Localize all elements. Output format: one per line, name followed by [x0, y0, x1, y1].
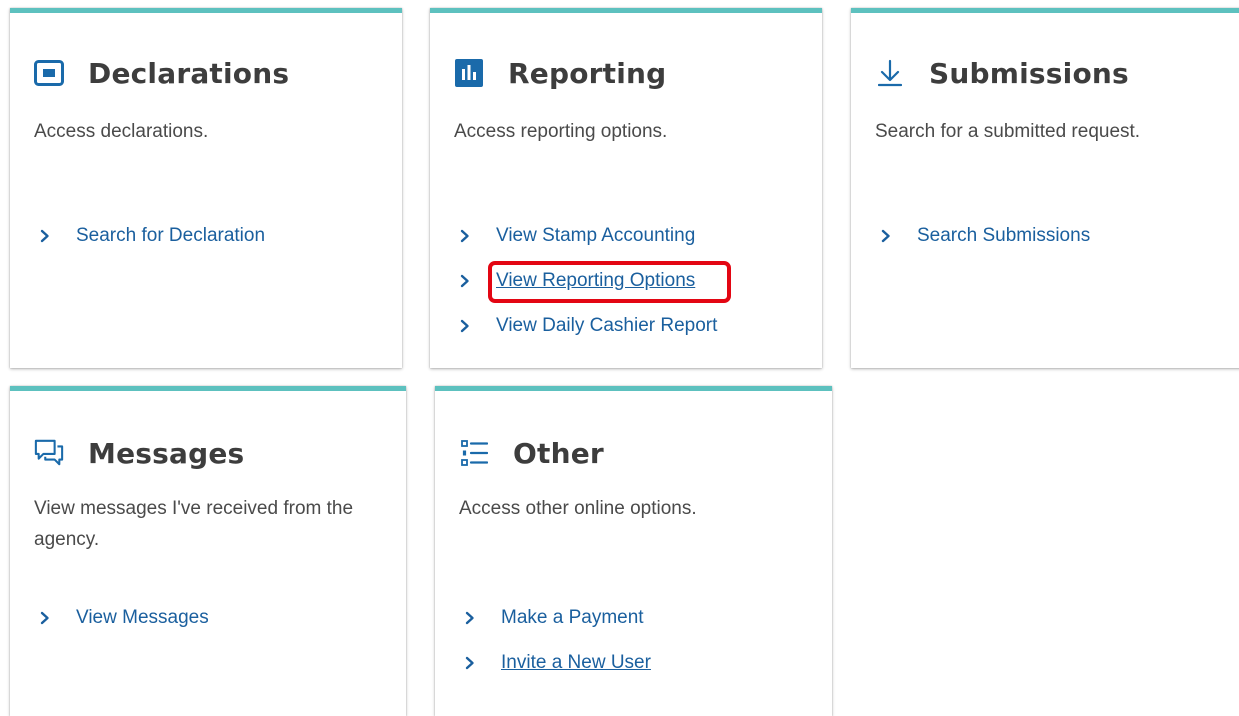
- submissions-header: Submissions: [875, 53, 1129, 93]
- chevron-right-icon: [881, 229, 903, 243]
- chevron-right-icon: [460, 319, 482, 333]
- submissions-links: Search Submissions: [881, 213, 1090, 258]
- chevron-right-icon: [460, 274, 482, 288]
- other-links: Make a Payment Invite a New User: [465, 595, 651, 685]
- link-view-stamp-accounting[interactable]: View Stamp Accounting: [460, 213, 717, 258]
- list-icon: [459, 438, 489, 468]
- view-stamp-accounting-link[interactable]: View Stamp Accounting: [496, 225, 695, 247]
- reporting-card: Reporting Access reporting options. View…: [430, 8, 822, 368]
- submissions-title: Submissions: [929, 56, 1129, 90]
- chevron-right-icon: [460, 229, 482, 243]
- search-for-declaration-link[interactable]: Search for Declaration: [76, 225, 265, 247]
- declarations-title: Declarations: [88, 56, 290, 90]
- download-arrow-icon: [875, 58, 905, 88]
- submissions-description: Search for a submitted request.: [875, 121, 1141, 142]
- submissions-card: Submissions Search for a submitted reque…: [851, 8, 1239, 368]
- declarations-links: Search for Declaration: [40, 213, 265, 258]
- reporting-description: Access reporting options.: [454, 121, 668, 142]
- link-search-submissions[interactable]: Search Submissions: [881, 213, 1090, 258]
- view-messages-link[interactable]: View Messages: [76, 607, 209, 629]
- chat-bubbles-icon: [34, 438, 64, 468]
- make-a-payment-link[interactable]: Make a Payment: [501, 607, 644, 629]
- messages-links: View Messages: [40, 595, 209, 640]
- other-title: Other: [513, 436, 604, 470]
- chevron-right-icon: [465, 611, 487, 625]
- highlight-box: [488, 261, 731, 303]
- declarations-description: Access declarations.: [34, 121, 209, 142]
- chevron-right-icon: [40, 611, 62, 625]
- chevron-right-icon: [40, 229, 62, 243]
- link-invite-a-new-user[interactable]: Invite a New User: [465, 640, 651, 685]
- view-daily-cashier-report-link[interactable]: View Daily Cashier Report: [496, 315, 717, 337]
- search-submissions-link[interactable]: Search Submissions: [917, 225, 1090, 247]
- link-view-messages[interactable]: View Messages: [40, 595, 209, 640]
- link-search-for-declaration[interactable]: Search for Declaration: [40, 213, 265, 258]
- other-description: Access other online options.: [459, 498, 697, 519]
- link-view-daily-cashier-report[interactable]: View Daily Cashier Report: [460, 303, 717, 348]
- messages-description: View messages I've received from the age…: [34, 498, 354, 550]
- messages-header: Messages: [34, 433, 244, 473]
- link-make-a-payment[interactable]: Make a Payment: [465, 595, 651, 640]
- other-header: Other: [459, 433, 604, 473]
- chevron-right-icon: [465, 656, 487, 670]
- reporting-title: Reporting: [508, 56, 667, 90]
- bar-chart-icon: [454, 58, 484, 88]
- invite-a-new-user-link[interactable]: Invite a New User: [501, 652, 651, 674]
- messages-title: Messages: [88, 436, 245, 470]
- declarations-header: Declarations: [34, 53, 289, 93]
- other-card: Other Access other online options. Make …: [435, 386, 832, 716]
- window-icon: [34, 58, 64, 88]
- reporting-header: Reporting: [454, 53, 666, 93]
- declarations-card: Declarations Access declarations. Search…: [10, 8, 402, 368]
- messages-card: Messages View messages I've received fro…: [10, 386, 406, 716]
